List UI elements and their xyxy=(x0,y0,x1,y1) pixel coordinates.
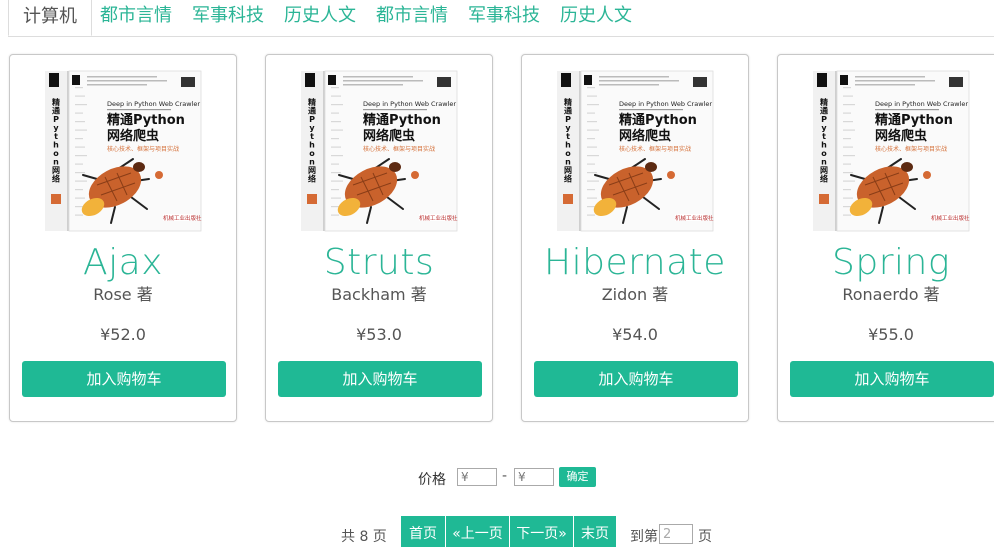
max-price-input[interactable] xyxy=(514,468,554,486)
total-pages: 共 8 页 xyxy=(341,529,387,545)
book-author: Ronaerdo 著 xyxy=(842,285,940,304)
book-price: ¥54.0 xyxy=(612,325,658,344)
tab-urban-romance[interactable]: 都市言情 xyxy=(100,0,172,35)
product-card: 精通 Py t h o n 网络 Deep in Python Web Crawler 精通Py… xyxy=(9,54,237,422)
svg-text:精: 精 xyxy=(820,97,828,107)
tab-urban-romance-2[interactable]: 都市言情 xyxy=(376,0,448,35)
min-price-input[interactable] xyxy=(457,468,497,486)
book-store-page: 计算机 都市言情 军事科技 历史人文 都市言情 军事科技 历史人文 精通Pyth… xyxy=(0,0,994,547)
book-author: Backham 著 xyxy=(331,285,427,304)
first-page-button[interactable]: 首页 xyxy=(401,516,446,547)
tab-computer[interactable]: 计算机 xyxy=(8,0,92,36)
book-cover-image[interactable]: 精通 Py t h o n 网络 Deep in Python Web Crawler 精通Py… xyxy=(301,69,459,233)
svg-text:通: 通 xyxy=(52,106,60,116)
svg-text:机械工业出版社: 机械工业出版社 xyxy=(163,214,202,222)
price-confirm-button[interactable]: 确定 xyxy=(559,467,596,487)
svg-text:核心技术、框架与项目实战: 核心技术、框架与项目实战 xyxy=(619,145,691,153)
add-to-cart-button[interactable]: 加入购物车 xyxy=(278,361,482,397)
svg-text:网络爬虫: 网络爬虫 xyxy=(107,128,159,144)
add-to-cart-button[interactable]: 加入购物车 xyxy=(534,361,738,397)
svg-text:网络爬虫: 网络爬虫 xyxy=(875,128,927,144)
product-card: 精通 Py t h o n 网络 Deep in Python Web Crawler 精通Py… xyxy=(265,54,493,422)
svg-text:机械工业出版社: 机械工业出版社 xyxy=(931,214,970,222)
goto-page-suffix: 页 xyxy=(698,529,712,545)
book-price: ¥55.0 xyxy=(868,325,914,344)
tab-history-humanities[interactable]: 历史人文 xyxy=(284,0,356,35)
svg-text:精: 精 xyxy=(52,97,60,107)
goto-page-prefix: 到第 xyxy=(630,529,658,545)
book-price: ¥52.0 xyxy=(100,325,146,344)
svg-text:网络爬虫: 网络爬虫 xyxy=(619,128,671,144)
svg-text:精通Python: 精通Python xyxy=(619,112,697,128)
svg-text:Deep in Python Web Crawler: Deep in Python Web Crawler xyxy=(363,100,456,108)
svg-text:精通Python: 精通Python xyxy=(107,112,185,128)
book-title[interactable]: Hibernate xyxy=(522,241,748,285)
book-title[interactable]: Struts xyxy=(266,241,492,285)
svg-text:机械工业出版社: 机械工业出版社 xyxy=(675,214,714,222)
next-page-button[interactable]: 下一页» xyxy=(510,516,574,547)
book-price: ¥53.0 xyxy=(356,325,402,344)
prev-page-button[interactable]: «上一页 xyxy=(446,516,510,547)
svg-text:核心技术、框架与项目实战: 核心技术、框架与项目实战 xyxy=(363,145,435,153)
svg-text:络: 络 xyxy=(308,174,316,184)
tab-military-tech-2[interactable]: 军事科技 xyxy=(468,0,540,35)
svg-text:Deep in Python Web Crawler: Deep in Python Web Crawler xyxy=(107,100,200,108)
book-title[interactable]: Ajax xyxy=(10,241,236,285)
price-filter-label: 价格 xyxy=(418,472,446,488)
svg-text:Deep in Python Web Crawler: Deep in Python Web Crawler xyxy=(875,100,968,108)
tab-military-tech[interactable]: 军事科技 xyxy=(192,0,264,35)
add-to-cart-button[interactable]: 加入购物车 xyxy=(22,361,226,397)
svg-text:精通Python: 精通Python xyxy=(875,112,953,128)
product-card: 精通 Py t h o n 网络 Deep in Python Web Crawler 精通Py… xyxy=(777,54,994,422)
svg-text:通: 通 xyxy=(820,106,828,116)
svg-text:络: 络 xyxy=(52,174,60,184)
book-author: Zidon 著 xyxy=(601,285,669,304)
book-cover-image[interactable]: 精通 Py t h o n 网络 Deep in Python Web Crawler 精通Py… xyxy=(45,69,203,233)
svg-text:通: 通 xyxy=(564,106,572,116)
svg-text:络: 络 xyxy=(820,174,828,184)
tab-history-humanities-2[interactable]: 历史人文 xyxy=(560,0,632,35)
goto-page-input[interactable] xyxy=(659,524,693,544)
svg-text:通: 通 xyxy=(308,106,316,116)
book-title[interactable]: Spring xyxy=(778,241,994,285)
last-page-button[interactable]: 末页 xyxy=(574,516,616,547)
svg-text:精: 精 xyxy=(564,97,572,107)
category-tabs: 计算机 都市言情 军事科技 历史人文 都市言情 军事科技 历史人文 xyxy=(8,0,994,37)
svg-text:核心技术、框架与项目实战: 核心技术、框架与项目实战 xyxy=(107,145,179,153)
svg-text:网络爬虫: 网络爬虫 xyxy=(363,128,415,144)
svg-text:核心技术、框架与项目实战: 核心技术、框架与项目实战 xyxy=(875,145,947,153)
pagination: 共 8 页 首页 «上一页 下一页» 末页 到第 页 xyxy=(0,516,994,547)
book-cover-image[interactable]: 精通 Py t h o n 网络 Deep in Python Web Crawler 精通Py… xyxy=(813,69,971,233)
book-author: Rose 著 xyxy=(93,285,153,304)
book-cover-image[interactable]: 精通 Py t h o n 网络 Deep in Python Web Crawler 精通Py… xyxy=(557,69,715,233)
svg-text:络: 络 xyxy=(564,174,572,184)
svg-text:精: 精 xyxy=(308,97,316,107)
svg-text:Deep in Python Web Crawler: Deep in Python Web Crawler xyxy=(619,100,712,108)
price-separator: - xyxy=(502,468,508,484)
add-to-cart-button[interactable]: 加入购物车 xyxy=(790,361,994,397)
product-card: 精通 Py t h o n 网络 Deep in Python Web Crawler 精通Py… xyxy=(521,54,749,422)
svg-text:精通Python: 精通Python xyxy=(363,112,441,128)
svg-text:机械工业出版社: 机械工业出版社 xyxy=(419,214,458,222)
